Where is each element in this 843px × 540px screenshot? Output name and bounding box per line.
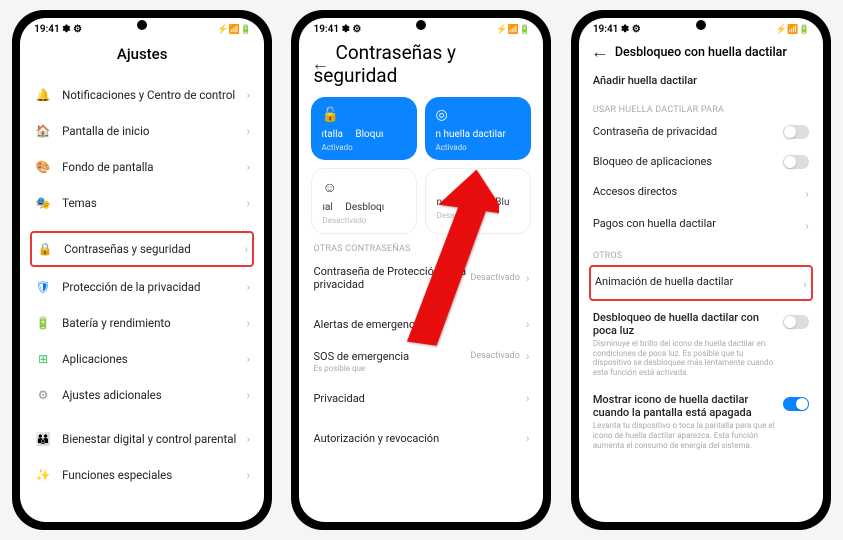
settings-row[interactable]: ⊞ Aplicaciones › — [20, 341, 264, 377]
chevron-right-icon: › — [247, 352, 251, 366]
fingerprint-icon: ◎ — [435, 107, 521, 123]
row-label: Fondo de pantalla — [62, 160, 246, 174]
chevron-right-icon: › — [803, 277, 807, 291]
face-icon: ☺ — [322, 179, 406, 196]
privacy-password-row[interactable]: Contraseña de Protección de la privacida… — [299, 256, 543, 300]
chevron-right-icon: › — [247, 124, 251, 138]
row-icon: 🛡 — [34, 278, 52, 296]
settings-row[interactable]: 🔔 Notificaciones y Centro de control › — [20, 77, 264, 113]
chevron-right-icon: › — [247, 280, 251, 294]
screen-1: 19:41 ✽ ⚙ ⚡ 📶 🔋 Ajustes 🔔 Notificaciones… — [20, 18, 264, 522]
settings-row[interactable]: 🎭 Temas › — [20, 185, 264, 221]
row-icon: 🔔 — [34, 86, 52, 104]
row-icon: ✨ — [34, 466, 52, 484]
section-label: USAR HUELLA DACTILAR PARA — [579, 95, 823, 117]
row-icon: 🔋 — [34, 314, 52, 332]
chevron-right-icon: › — [526, 391, 530, 405]
chevron-right-icon: › — [247, 388, 251, 402]
chevron-right-icon: › — [526, 431, 530, 445]
chevron-right-icon: › — [247, 88, 251, 102]
toggle-row[interactable]: Contraseña de privacidad — [579, 117, 823, 147]
back-icon[interactable]: ← — [311, 54, 329, 75]
chevron-right-icon: › — [247, 196, 251, 210]
row-icon: 🎨 — [34, 158, 52, 176]
row-icon: ⚙ — [34, 386, 52, 404]
camera-notch — [696, 20, 706, 30]
row-icon: 🎭 — [34, 194, 52, 212]
settings-row[interactable]: 🎨 Fondo de pantalla › — [20, 149, 264, 185]
chevron-right-icon: › — [247, 432, 251, 446]
settings-row[interactable]: ✨ Funciones especiales › — [20, 457, 264, 493]
lock-icon: 🔒 — [36, 240, 54, 258]
toggle-switch[interactable] — [783, 155, 809, 169]
page-title: ← Desbloqueo con huella dactilar — [579, 37, 823, 66]
face-unlock-card[interactable]: ☺ ıal Desbloqı Desactivado — [311, 168, 417, 234]
row-label: Pantalla de inicio — [62, 124, 246, 138]
fingerprint-animation-row[interactable]: Animación de huella dactilar › — [589, 265, 813, 301]
row-label: Funciones especiales — [62, 468, 246, 482]
toggle-row[interactable]: Mostrar icono de huella dactilar cuando … — [579, 385, 823, 458]
row-icon: 🏠 — [34, 122, 52, 140]
screen-lock-card[interactable]: 🔓 ıtalla Bloquı Activado — [311, 97, 417, 160]
settings-row[interactable]: 🛡 Protección de la privacidad › — [20, 269, 264, 305]
screen-2: 19:41 ✽ ⚙ ⚡ 📶 🔋 ← Contraseñas y segurida… — [299, 18, 543, 522]
chevron-right-icon: › — [526, 271, 530, 285]
row-label: Notificaciones y Centro de control — [62, 88, 246, 102]
row-label: Bienestar digital y control parental — [62, 432, 246, 446]
settings-row[interactable]: Privacidad › — [299, 382, 543, 414]
settings-list[interactable]: 🔔 Notificaciones y Centro de control › 🏠… — [20, 69, 264, 522]
toggle-switch[interactable] — [783, 315, 809, 329]
lock-cards: 🔓 ıtalla Bloquı Activado ◎ n huella dact… — [299, 97, 543, 160]
row-label: Contraseñas y seguridad — [64, 242, 244, 256]
page-title: ← Contraseñas y seguridad — [299, 37, 543, 91]
toggle-row[interactable]: Bloqueo de aplicaciones — [579, 147, 823, 177]
row-label: Ajustes adicionales — [62, 388, 246, 402]
lock-cards-2: ☺ ıal Desbloqı Desactivado n dispositivo… — [299, 168, 543, 234]
authorization-row[interactable]: Autorización y revocación › — [299, 422, 543, 454]
phone-2: 19:41 ✽ ⚙ ⚡ 📶 🔋 ← Contraseñas y segurida… — [291, 10, 551, 530]
settings-row[interactable]: 🔋 Batería y rendimiento › — [20, 305, 264, 341]
settings-row[interactable]: SOS de emergencia Desactivado › Es posib… — [299, 340, 543, 382]
phone-1: 19:41 ✽ ⚙ ⚡ 📶 🔋 Ajustes 🔔 Notificaciones… — [12, 10, 272, 530]
row-label: Aplicaciones — [62, 352, 246, 366]
row-label: Batería y rendimiento — [62, 316, 246, 330]
add-fingerprint-row[interactable]: Añadir huella dactilar — [579, 66, 823, 95]
chevron-right-icon: › — [526, 317, 530, 331]
toggle-switch[interactable] — [783, 125, 809, 139]
row-icon: 👪 — [34, 430, 52, 448]
chevron-right-icon: › — [247, 468, 251, 482]
settings-row[interactable]: 🏠 Pantalla de inicio › — [20, 113, 264, 149]
section-label: OTRAS CONTRASEÑAS — [299, 234, 543, 256]
chevron-right-icon: › — [805, 187, 809, 201]
settings-row[interactable]: Alertas de emergencias › — [299, 308, 543, 340]
screen-3: 19:41 ✽ ⚙ ⚡ 📶 🔋 ← Desbloqueo con huella … — [579, 18, 823, 522]
bluetooth-unlock-card[interactable]: n dispositivo Blu Desactivado — [425, 168, 531, 234]
chevron-right-icon: › — [526, 349, 530, 363]
row-label: Temas — [62, 196, 246, 210]
chevron-right-icon: › — [247, 316, 251, 330]
fingerprint-card[interactable]: ◎ n huella dactilar Activado — [425, 97, 531, 160]
settings-row[interactable]: ⚙ Ajustes adicionales › — [20, 377, 264, 413]
chevron-right-icon: › — [245, 242, 249, 256]
page-title: Ajustes — [20, 37, 264, 69]
row-icon: ⊞ — [34, 350, 52, 368]
passwords-security-row[interactable]: 🔒 Contraseñas y seguridad › — [30, 231, 254, 267]
settings-row[interactable]: Pagos con huella dactilar › — [579, 209, 823, 241]
toggle-switch[interactable] — [783, 397, 809, 411]
row-label: Protección de la privacidad — [62, 280, 246, 294]
toggle-row[interactable]: Desbloqueo de huella dactilar con poca l… — [579, 303, 823, 385]
settings-row[interactable]: 👪 Bienestar digital y control parental › — [20, 421, 264, 457]
back-icon[interactable]: ← — [591, 41, 609, 62]
settings-row[interactable]: Accesos directos › — [579, 177, 823, 209]
camera-notch — [416, 20, 426, 30]
fingerprint-content[interactable]: Añadir huella dactilar USAR HUELLA DACTI… — [579, 66, 823, 522]
camera-notch — [137, 20, 147, 30]
chevron-right-icon: › — [805, 219, 809, 233]
chevron-right-icon: › — [247, 160, 251, 174]
phone-3: 19:41 ✽ ⚙ ⚡ 📶 🔋 ← Desbloqueo con huella … — [571, 10, 831, 530]
section-label: OTROS — [579, 241, 823, 263]
unlock-icon: 🔓 — [321, 107, 407, 123]
security-content[interactable]: 🔓 ıtalla Bloquı Activado ◎ n huella dact… — [299, 91, 543, 522]
